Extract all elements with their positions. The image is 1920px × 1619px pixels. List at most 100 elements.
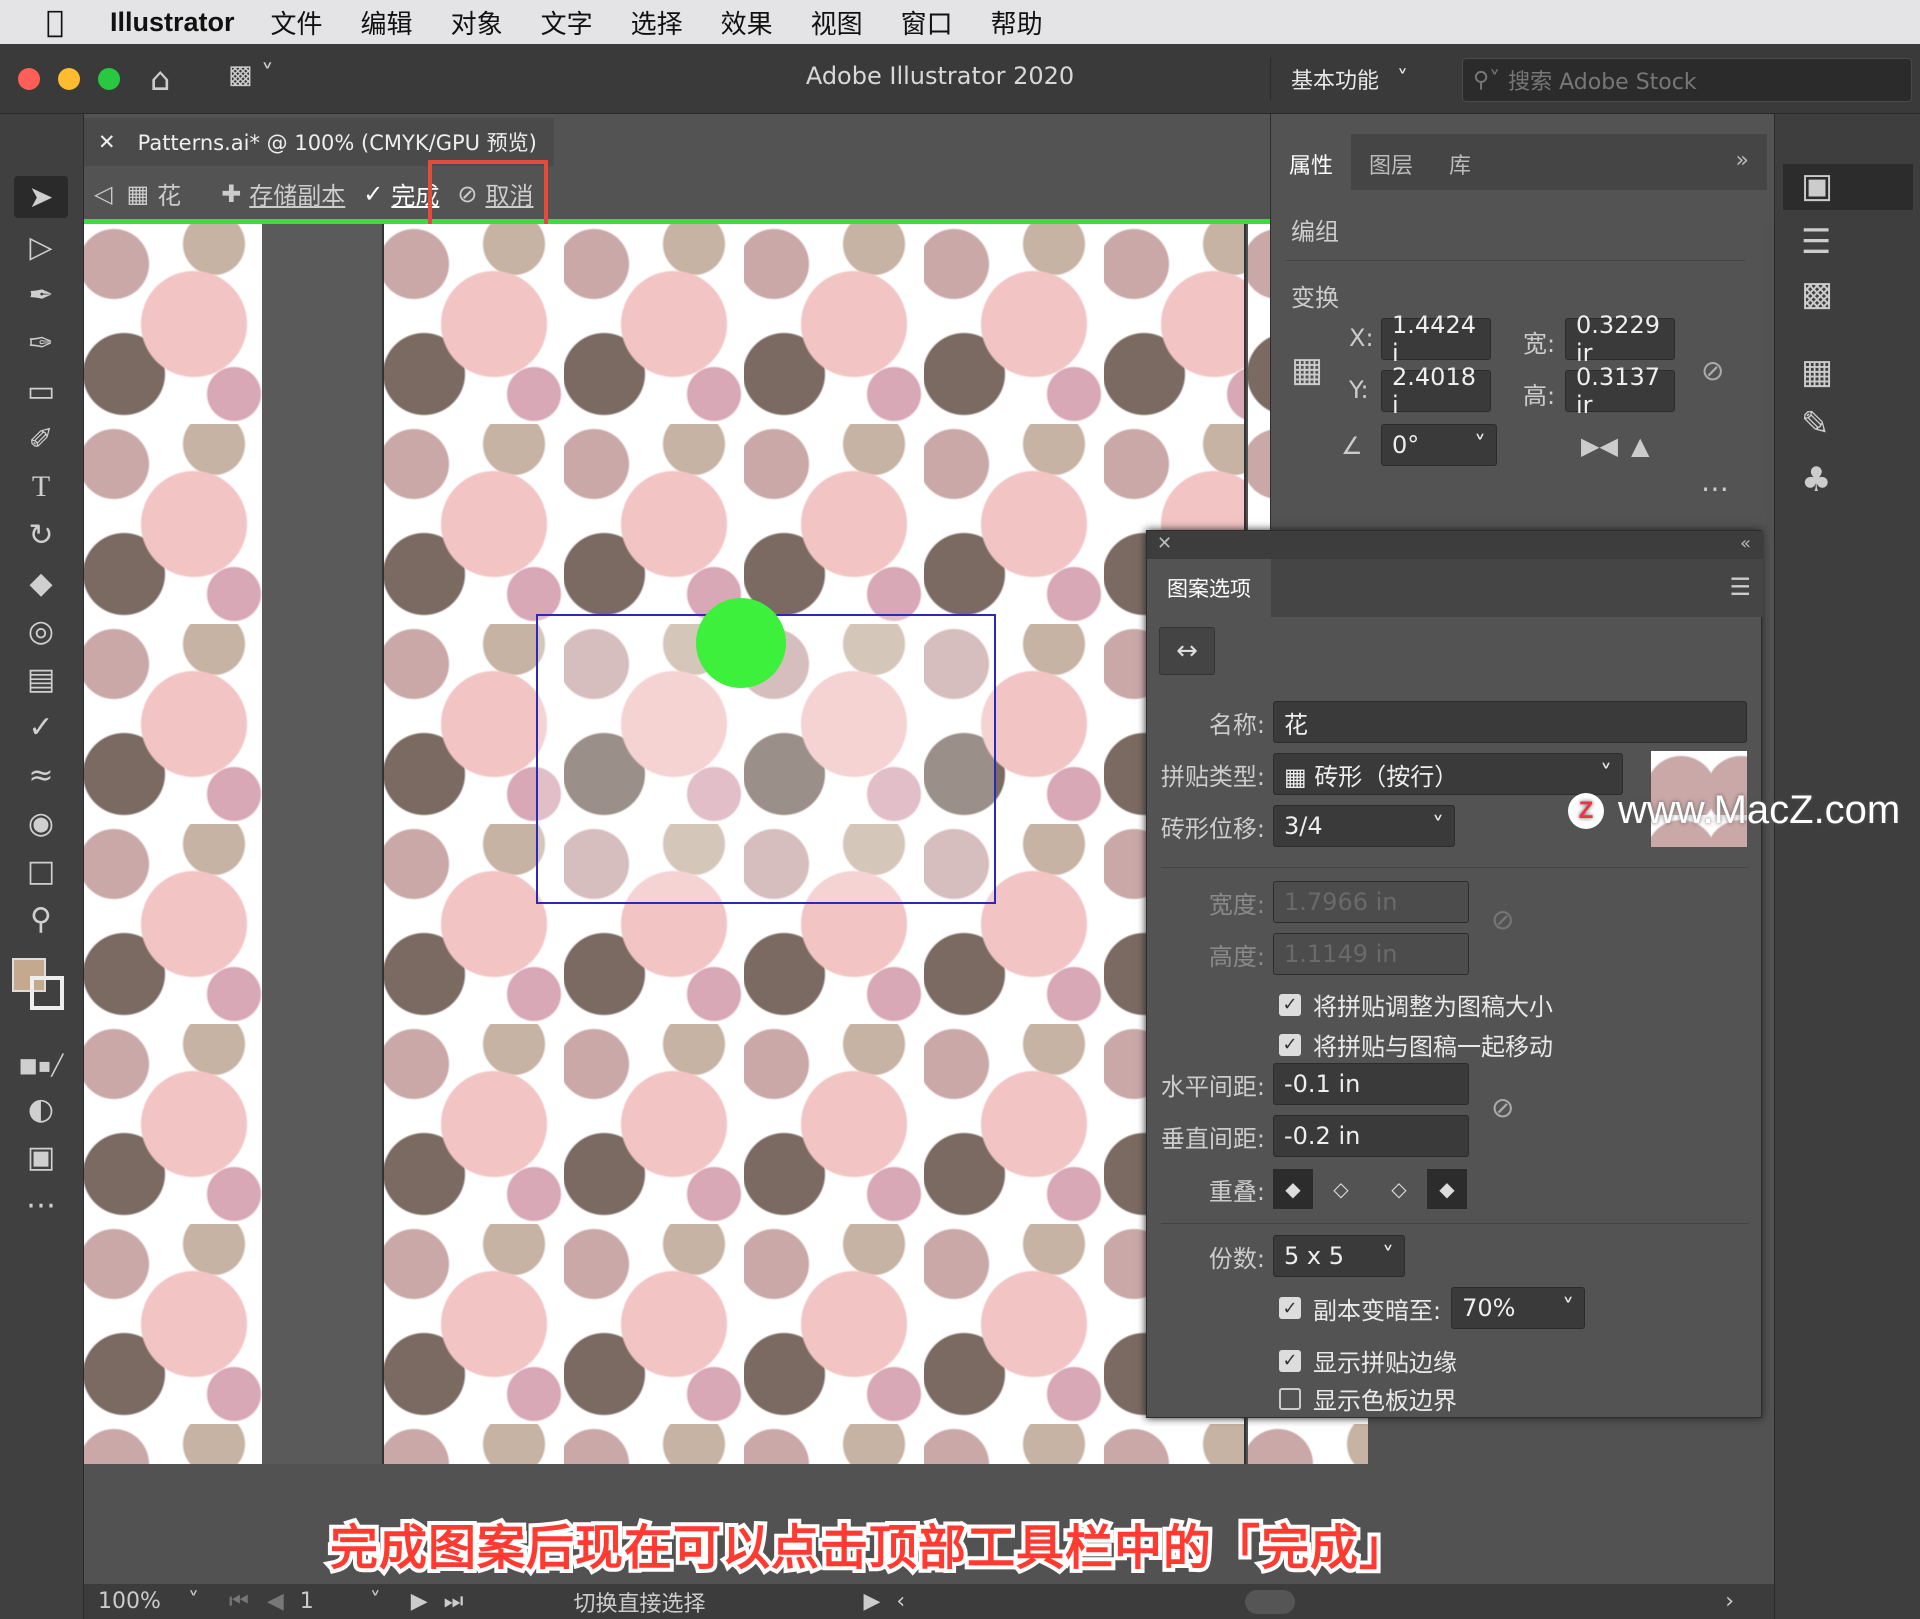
menu-view[interactable]: 视图 <box>811 4 863 41</box>
v-spacing-field[interactable]: -0.2 in <box>1273 1115 1469 1157</box>
constrain-proportions-icon[interactable]: ⊘ <box>1701 354 1724 387</box>
stock-search-input[interactable]: ⚲˅ 搜索 Adobe Stock <box>1462 58 1912 102</box>
layers-dock-icon[interactable]: ☰ <box>1801 222 1831 262</box>
copies-dropdown[interactable]: 5 x 5 ˅ <box>1273 1235 1405 1277</box>
draw-mode-icon[interactable]: ◐ <box>14 1088 68 1130</box>
close-window-button[interactable] <box>18 68 40 90</box>
color-mode-icons[interactable]: ■▪╱ <box>14 1044 68 1086</box>
blend-tool-icon[interactable]: ≈ <box>14 754 68 796</box>
more-tools-icon[interactable]: ⋯ <box>14 1184 68 1226</box>
chevron-down-icon[interactable]: ˅ <box>370 1589 381 1614</box>
left-in-front-icon[interactable]: ◆ <box>1273 1169 1313 1209</box>
status-menu-arrow-icon[interactable]: ▶ <box>863 1589 880 1614</box>
gradient-tool-icon[interactable]: ▤ <box>14 658 68 700</box>
pattern-name-crumb[interactable]: ▦ 花 <box>126 176 181 211</box>
back-arrow-icon[interactable]: ◁ <box>94 180 112 208</box>
properties-tabs: 属性 图层 库 » <box>1271 134 1767 190</box>
menu-file[interactable]: 文件 <box>271 4 323 41</box>
menu-object[interactable]: 对象 <box>451 4 503 41</box>
tab-pattern-options[interactable]: 图案选项 <box>1147 559 1271 617</box>
collapse-icon[interactable]: « <box>1740 533 1751 554</box>
size-tile-to-art-checkbox[interactable]: ✓ 将拼贴调整为图稿大小 <box>1279 987 1553 1022</box>
pen-tool-icon[interactable]: ✒ <box>14 274 68 316</box>
width-field[interactable]: 0.3229 ir <box>1565 311 1675 367</box>
paintbrush-tool-icon[interactable]: ✐ <box>14 418 68 460</box>
direct-selection-tool-icon[interactable]: ▷ <box>14 226 68 268</box>
swatches-dock-icon[interactable]: ▦ <box>1801 352 1833 392</box>
type-tool-icon[interactable]: T <box>14 466 68 508</box>
brushes-dock-icon[interactable]: ✎ <box>1801 404 1830 444</box>
rotate-angle-dropdown[interactable]: 0° ˅ <box>1381 424 1497 466</box>
dim-copies-checkbox[interactable]: ✓ 副本变暗至: 70% ˅ <box>1279 1287 1586 1329</box>
symbols-dock-icon[interactable]: ♣ <box>1801 460 1831 500</box>
menu-app-name[interactable]: Illustrator <box>110 7 235 38</box>
selected-green-shape[interactable] <box>696 598 786 688</box>
scroll-right-icon[interactable]: › <box>1725 1589 1734 1614</box>
y-field[interactable]: 2.4018 i <box>1381 363 1491 419</box>
right-in-front-icon[interactable]: ◇ <box>1321 1169 1361 1209</box>
move-tile-with-art-checkbox[interactable]: ✓ 将拼贴与图稿一起移动 <box>1279 1027 1553 1062</box>
menu-effect[interactable]: 效果 <box>721 4 773 41</box>
rotate-tool-icon[interactable]: ↻ <box>14 514 68 556</box>
zoom-window-button[interactable] <box>98 68 120 90</box>
chevron-down-icon[interactable]: ˅ <box>188 1589 199 1614</box>
close-icon[interactable]: ✕ <box>1157 533 1172 554</box>
workspace-switcher[interactable]: 基本功能 ˅ <box>1270 58 1428 100</box>
top-in-front-icon[interactable]: ◇ <box>1379 1169 1419 1209</box>
minimize-window-button[interactable] <box>58 68 80 90</box>
home-icon[interactable]: ⌂ <box>150 60 170 98</box>
menu-help[interactable]: 帮助 <box>991 4 1043 41</box>
menu-type[interactable]: 文字 <box>541 4 593 41</box>
zoom-tool-icon[interactable]: ⚲ <box>14 898 68 940</box>
dim-copies-dropdown[interactable]: 70% ˅ <box>1451 1287 1586 1329</box>
menu-window[interactable]: 窗口 <box>901 4 953 41</box>
show-tile-edge-checkbox[interactable]: ✓ 显示拼贴边缘 <box>1279 1343 1457 1378</box>
next-artboard-icon[interactable]: ▶ <box>411 1589 428 1614</box>
document-tab[interactable]: ✕ Patterns.ai* @ 100% (CMYK/GPU 预览) <box>84 118 554 166</box>
apple-icon[interactable]:  <box>0 5 110 40</box>
menu-edit[interactable]: 编辑 <box>361 4 413 41</box>
brick-offset-dropdown[interactable]: 3/4 ˅ <box>1273 805 1455 847</box>
puppet-warp-tool-icon[interactable]: ◎ <box>14 610 68 652</box>
scroll-left-icon[interactable]: ‹ <box>896 1589 905 1614</box>
show-swatch-bounds-checkbox[interactable]: 显示色板边界 <box>1279 1381 1457 1416</box>
flip-vertical-icon[interactable]: ▲ <box>1631 432 1649 460</box>
panel-menu-icon[interactable]: ☰ <box>1729 573 1751 601</box>
artboard-tool-icon[interactable]: □ <box>14 850 68 892</box>
tab-properties[interactable]: 属性 <box>1271 134 1352 190</box>
properties-dock-icon[interactable]: ▣ <box>1801 166 1833 206</box>
screen-mode-icon[interactable]: ▣ <box>14 1136 68 1178</box>
curvature-tool-icon[interactable]: ✑ <box>14 322 68 364</box>
rectangle-tool-icon[interactable]: ▭ <box>14 370 68 412</box>
flip-horizontal-icon[interactable]: ▶◀ <box>1581 432 1618 460</box>
tab-libraries[interactable]: 库 <box>1431 134 1489 190</box>
selection-tool-icon[interactable]: ➤ <box>14 176 68 218</box>
link-spacing-icon[interactable]: ⊘ <box>1491 1091 1514 1124</box>
last-artboard-icon[interactable]: ⏭ <box>444 1589 464 1614</box>
pattern-name-field[interactable]: 花 <box>1273 701 1747 743</box>
bottom-in-front-icon[interactable]: ◆ <box>1427 1169 1467 1209</box>
libraries-dock-icon[interactable]: ▩ <box>1801 274 1833 314</box>
tab-layers[interactable]: 图层 <box>1351 134 1431 190</box>
eraser-tool-icon[interactable]: ◆ <box>14 562 68 604</box>
shape-builder-tool-icon[interactable]: ◉ <box>14 802 68 844</box>
close-icon[interactable]: ✕ <box>98 130 116 154</box>
tile-edit-tool-icon[interactable]: ↔ <box>1159 627 1215 675</box>
arrange-documents-icon[interactable]: ▩ ˅ <box>228 60 274 90</box>
more-options-icon[interactable]: ⋯ <box>1701 472 1729 505</box>
height-field[interactable]: 0.3137 ir <box>1565 363 1675 419</box>
prev-artboard-icon[interactable]: ◀ <box>267 1589 284 1614</box>
panel-collapse-icon[interactable]: » <box>1718 134 1767 190</box>
menu-select[interactable]: 选择 <box>631 4 683 41</box>
zoom-level[interactable]: 100% <box>98 1589 188 1614</box>
reference-point-icon[interactable]: ▦ <box>1291 350 1323 390</box>
artboard-number[interactable]: 1 <box>300 1589 370 1614</box>
horizontal-scrollbar-thumb[interactable] <box>1245 1589 1296 1614</box>
save-copy-button[interactable]: ✚ 存储副本 <box>221 176 345 211</box>
h-spacing-field[interactable]: -0.1 in <box>1273 1063 1469 1105</box>
eyedropper-tool-icon[interactable]: ✓ <box>14 706 68 748</box>
x-field[interactable]: 1.4424 i <box>1381 311 1491 367</box>
stroke-swatch[interactable] <box>30 976 64 1010</box>
first-artboard-icon[interactable]: ⏮ <box>229 1589 249 1614</box>
panel-header: ✕ « <box>1147 531 1763 559</box>
